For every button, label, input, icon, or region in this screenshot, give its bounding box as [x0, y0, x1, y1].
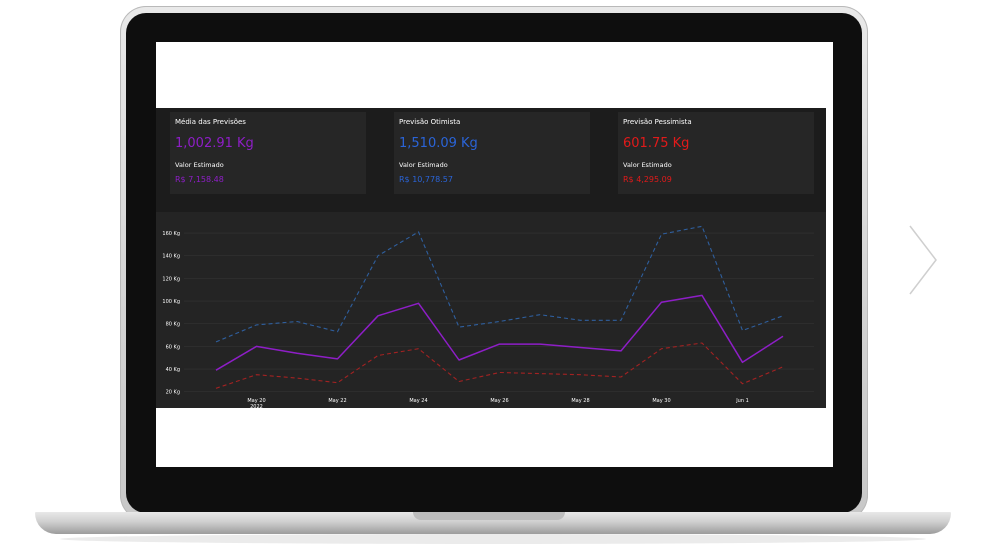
card-value: 1,510.09 Kg — [399, 136, 478, 151]
y-tick-label: 80 Kg — [166, 322, 180, 328]
card-title: Previsão Pessimista — [623, 118, 692, 126]
dashboard: Média das Previsões 1,002.91 Kg Valor Es… — [156, 108, 826, 410]
series-line-1 — [215, 294, 784, 371]
y-tick-label: 120 Kg — [162, 276, 180, 282]
laptop-screen: Média das Previsões 1,002.91 Kg Valor Es… — [156, 42, 833, 467]
card-value: 1,002.91 Kg — [175, 136, 254, 151]
x-tick-sublabel: 2022 — [250, 404, 263, 408]
x-tick-label: May 24 — [409, 398, 427, 404]
forecast-line-chart: 20 Kg 40 Kg 60 Kg 80 Kg 100 Kg 120 Kg 140 Kg 16… — [162, 225, 814, 410]
y-tick-label: 20 Kg — [166, 390, 180, 396]
forecast-chart-panel: 20 Kg 40 Kg 60 Kg 80 Kg 100 Kg 120 Kg 140 Kg 16… — [156, 212, 826, 410]
card-price: R$ 4,295.09 — [623, 175, 672, 184]
x-tick-label: May 28 — [571, 398, 589, 404]
card-average-forecast: Média das Previsões 1,002.91 Kg Valor Es… — [170, 112, 366, 194]
y-tick-label: 40 Kg — [166, 367, 180, 373]
x-tick-label: May 22 — [328, 398, 346, 404]
card-label: Valor Estimado — [175, 161, 224, 169]
y-tick-label: 60 Kg — [166, 344, 180, 350]
y-tick-label: 100 Kg — [162, 299, 180, 305]
card-pessimistic-forecast: Previsão Pessimista 601.75 Kg Valor Esti… — [618, 112, 814, 194]
card-price: R$ 7,158.48 — [175, 175, 224, 184]
card-label: Valor Estimado — [623, 161, 672, 169]
next-slide-chevron-icon[interactable] — [906, 224, 940, 296]
laptop-shadow — [60, 534, 926, 544]
x-tick-label: Jun 1 — [735, 398, 749, 404]
card-title: Média das Previsões — [175, 118, 246, 126]
card-title: Previsão Otimista — [399, 118, 461, 126]
card-price: R$ 10,778.57 — [399, 175, 453, 184]
y-tick-label: 140 Kg — [162, 254, 180, 260]
x-tick-label: May 30 — [652, 398, 670, 404]
card-value: 601.75 Kg — [623, 136, 690, 151]
card-label: Valor Estimado — [399, 161, 448, 169]
card-optimistic-forecast: Previsão Otimista 1,510.09 Kg Valor Esti… — [394, 112, 590, 194]
y-tick-label: 160 Kg — [162, 231, 180, 237]
laptop-hinge-notch — [413, 512, 565, 520]
x-tick-label: May 26 — [490, 398, 508, 404]
series-line-2 — [215, 342, 784, 389]
series-line-0 — [215, 225, 784, 343]
